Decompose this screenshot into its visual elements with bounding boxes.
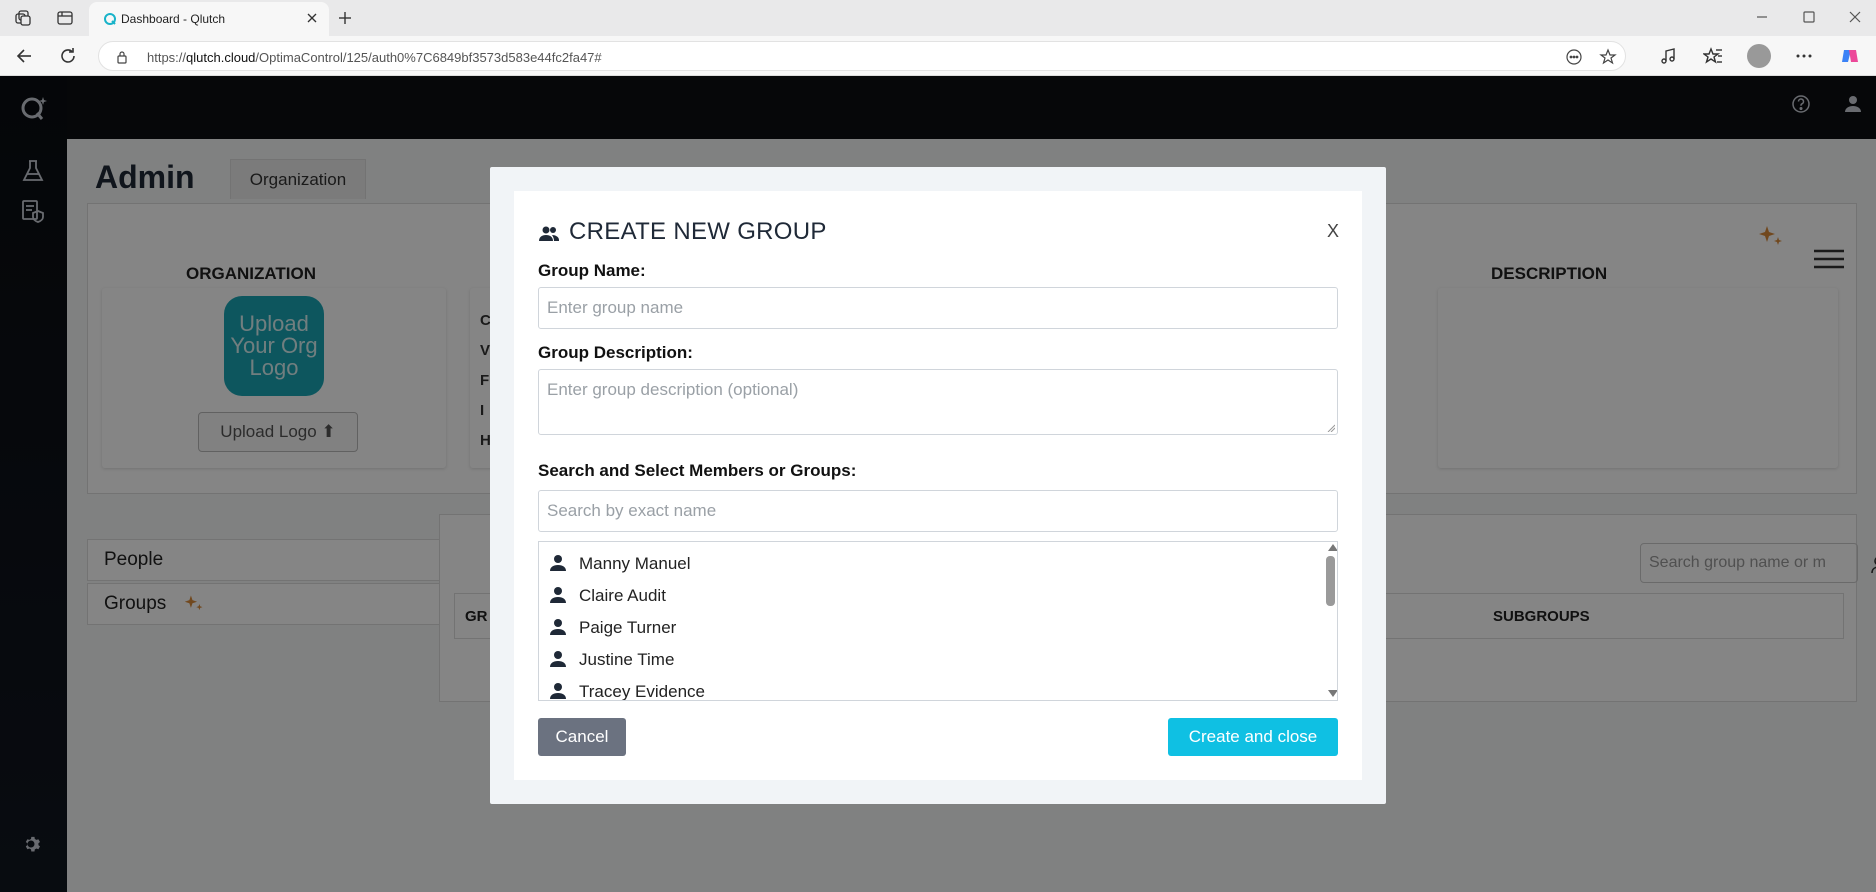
favorites-icon[interactable] xyxy=(1703,46,1723,66)
more-options-icon[interactable] xyxy=(1794,46,1814,66)
cancel-button[interactable]: Cancel xyxy=(538,718,626,756)
member-name: Paige Turner xyxy=(579,618,677,637)
scrollbar-thumb[interactable] xyxy=(1326,556,1335,606)
tab-actions-icon[interactable] xyxy=(56,9,74,27)
person-icon xyxy=(549,586,567,604)
person-icon xyxy=(549,650,567,668)
media-icon[interactable] xyxy=(1658,46,1678,66)
member-name: Justine Time xyxy=(579,650,675,669)
textarea-resize-handle-icon[interactable] xyxy=(1327,424,1335,432)
close-tab-icon[interactable] xyxy=(305,11,319,25)
profile-avatar-icon[interactable] xyxy=(1747,44,1771,68)
group-description-label: Group Description: xyxy=(538,343,693,362)
close-dialog-button[interactable]: X xyxy=(1327,221,1339,242)
group-description-placeholder: Enter group description (optional) xyxy=(547,380,799,399)
person-icon xyxy=(549,554,567,572)
qlutch-favicon-icon xyxy=(103,11,119,27)
browser-tab-active[interactable]: Dashboard - Qlutch xyxy=(89,2,329,36)
tab-title: Dashboard - Qlutch xyxy=(121,12,226,26)
browser-address-bar: https://qlutch.cloud/OptimaControl/125/a… xyxy=(0,36,1876,76)
group-name-label: Group Name: xyxy=(538,261,646,280)
favorite-star-icon[interactable] xyxy=(1599,48,1617,66)
member-search-input[interactable]: Search by exact name xyxy=(538,490,1338,532)
group-description-textarea[interactable]: Enter group description (optional) xyxy=(538,369,1338,435)
maximize-icon[interactable] xyxy=(1800,8,1818,26)
group-people-icon xyxy=(538,223,560,245)
group-name-input[interactable]: Enter group name xyxy=(538,287,1338,329)
create-group-dialog: CREATE NEW GROUP X Group Name: Enter gro… xyxy=(490,167,1386,804)
search-members-label: Search and Select Members or Groups: xyxy=(538,461,857,480)
member-select-list[interactable]: Manny Manuel Claire Audit Paige Turner J… xyxy=(538,541,1338,701)
member-name: Manny Manuel xyxy=(579,554,691,573)
member-name: Tracey Evidence xyxy=(579,682,705,701)
back-icon[interactable] xyxy=(14,46,34,66)
person-icon xyxy=(549,618,567,636)
browser-tab-bar: Dashboard - Qlutch xyxy=(0,0,1876,36)
scroll-up-arrow-icon[interactable] xyxy=(1328,544,1337,551)
workspaces-icon[interactable] xyxy=(14,9,32,27)
copilot-icon[interactable] xyxy=(1840,46,1860,66)
minimize-icon[interactable] xyxy=(1753,8,1771,26)
create-and-close-button[interactable]: Create and close xyxy=(1168,718,1338,756)
close-window-icon[interactable] xyxy=(1846,8,1864,26)
member-name: Claire Audit xyxy=(579,586,666,605)
refresh-icon[interactable] xyxy=(58,46,78,66)
dialog-title: CREATE NEW GROUP xyxy=(569,218,827,245)
create-group-form: CREATE NEW GROUP X Group Name: Enter gro… xyxy=(514,191,1362,780)
new-tab-icon[interactable] xyxy=(336,9,354,27)
person-icon xyxy=(549,682,567,700)
url-field[interactable]: https://qlutch.cloud/OptimaControl/125/a… xyxy=(98,41,1626,71)
reading-mode-icon[interactable] xyxy=(1565,48,1583,66)
url-text: https://qlutch.cloud/OptimaControl/125/a… xyxy=(147,50,602,65)
lock-icon[interactable] xyxy=(115,50,129,64)
scroll-down-arrow-icon[interactable] xyxy=(1328,690,1337,697)
